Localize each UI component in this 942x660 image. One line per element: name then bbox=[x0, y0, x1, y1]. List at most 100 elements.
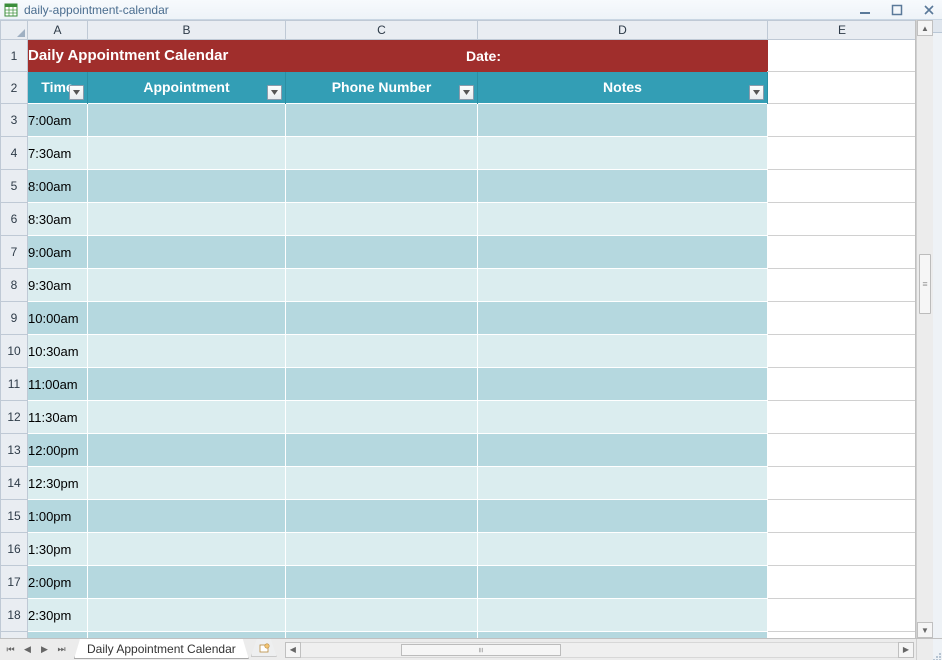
phone-cell[interactable] bbox=[286, 269, 478, 302]
notes-cell[interactable] bbox=[478, 236, 768, 269]
notes-cell[interactable] bbox=[478, 434, 768, 467]
notes-cell[interactable] bbox=[478, 500, 768, 533]
vertical-split-handle[interactable] bbox=[933, 20, 942, 33]
appointment-cell[interactable] bbox=[88, 236, 286, 269]
row-header[interactable]: 8 bbox=[1, 269, 28, 302]
time-cell[interactable]: 8:00am bbox=[28, 170, 88, 203]
row-header[interactable]: 12 bbox=[1, 401, 28, 434]
notes-cell[interactable] bbox=[478, 203, 768, 236]
tab-prev-button[interactable]: ◀ bbox=[19, 641, 36, 659]
vertical-scrollbar[interactable]: ▲ ▼ bbox=[916, 20, 933, 638]
scroll-right-button[interactable]: ▶ bbox=[898, 642, 914, 658]
time-cell[interactable]: 11:30am bbox=[28, 401, 88, 434]
scroll-down-button[interactable]: ▼ bbox=[917, 622, 933, 638]
column-header-d[interactable]: D bbox=[478, 21, 768, 40]
time-cell[interactable]: 7:30am bbox=[28, 137, 88, 170]
cell-e[interactable] bbox=[768, 434, 917, 467]
row-header[interactable]: 7 bbox=[1, 236, 28, 269]
notes-cell[interactable] bbox=[478, 269, 768, 302]
cell-e[interactable] bbox=[768, 335, 917, 368]
phone-cell[interactable] bbox=[286, 203, 478, 236]
appointment-cell[interactable] bbox=[88, 467, 286, 500]
filter-phone-button[interactable] bbox=[459, 85, 474, 100]
row-header[interactable]: 16 bbox=[1, 533, 28, 566]
phone-cell[interactable] bbox=[286, 500, 478, 533]
appointment-cell[interactable] bbox=[88, 533, 286, 566]
appointment-cell[interactable] bbox=[88, 203, 286, 236]
filter-time-button[interactable] bbox=[69, 85, 84, 100]
phone-cell[interactable] bbox=[286, 137, 478, 170]
notes-cell[interactable] bbox=[478, 533, 768, 566]
column-header-c[interactable]: C bbox=[286, 21, 478, 40]
header-time[interactable]: Time bbox=[28, 72, 88, 104]
row-header-2[interactable]: 2 bbox=[1, 72, 28, 104]
appointment-cell[interactable] bbox=[88, 269, 286, 302]
calendar-title[interactable]: Daily Appointment Calendar bbox=[28, 40, 286, 72]
cell-e[interactable] bbox=[768, 566, 917, 599]
time-cell[interactable]: 10:30am bbox=[28, 335, 88, 368]
time-cell[interactable]: 12:30pm bbox=[28, 467, 88, 500]
cell-e[interactable] bbox=[768, 203, 917, 236]
time-cell[interactable]: 11:00am bbox=[28, 368, 88, 401]
cell-e[interactable] bbox=[768, 533, 917, 566]
vertical-scroll-track[interactable] bbox=[917, 36, 933, 622]
appointment-cell[interactable] bbox=[88, 302, 286, 335]
time-cell[interactable]: 7:00am bbox=[28, 104, 88, 137]
appointment-cell[interactable] bbox=[88, 170, 286, 203]
cell-e[interactable] bbox=[768, 236, 917, 269]
time-cell[interactable]: 10:00am bbox=[28, 302, 88, 335]
header-phone[interactable]: Phone Number bbox=[286, 72, 478, 104]
cell-e[interactable] bbox=[768, 302, 917, 335]
row-header[interactable]: 9 bbox=[1, 302, 28, 335]
notes-cell[interactable] bbox=[478, 302, 768, 335]
row-header[interactable]: 6 bbox=[1, 203, 28, 236]
tab-last-button[interactable]: ⏭ bbox=[53, 641, 70, 659]
notes-cell[interactable] bbox=[478, 566, 768, 599]
appointment-cell[interactable] bbox=[88, 104, 286, 137]
phone-cell[interactable] bbox=[286, 401, 478, 434]
horizontal-scroll-thumb[interactable] bbox=[401, 644, 561, 656]
time-cell[interactable]: 8:30am bbox=[28, 203, 88, 236]
minimize-button[interactable] bbox=[858, 3, 872, 17]
spreadsheet-grid[interactable]: A B C D E 1 Daily Appointment Calendar D… bbox=[0, 20, 916, 638]
row-header[interactable]: 4 bbox=[1, 137, 28, 170]
appointment-cell[interactable] bbox=[88, 500, 286, 533]
row-header[interactable]: 15 bbox=[1, 500, 28, 533]
horizontal-scrollbar[interactable]: ◀ ▶ bbox=[285, 639, 914, 660]
scroll-left-button[interactable]: ◀ bbox=[285, 642, 301, 658]
header-notes[interactable]: Notes bbox=[478, 72, 768, 104]
cell-e[interactable] bbox=[768, 170, 917, 203]
notes-cell[interactable] bbox=[478, 137, 768, 170]
close-button[interactable] bbox=[922, 3, 936, 17]
tab-next-button[interactable]: ▶ bbox=[36, 641, 53, 659]
phone-cell[interactable] bbox=[286, 104, 478, 137]
appointment-cell[interactable] bbox=[88, 137, 286, 170]
notes-cell[interactable] bbox=[478, 170, 768, 203]
cell-e[interactable] bbox=[768, 599, 917, 632]
phone-cell[interactable] bbox=[286, 236, 478, 269]
vertical-scroll-thumb[interactable] bbox=[919, 254, 931, 314]
row-header[interactable]: 10 bbox=[1, 335, 28, 368]
appointment-cell[interactable] bbox=[88, 434, 286, 467]
cell-e2[interactable] bbox=[768, 72, 917, 104]
notes-cell[interactable] bbox=[478, 599, 768, 632]
cell-e[interactable] bbox=[768, 137, 917, 170]
cell-e[interactable] bbox=[768, 368, 917, 401]
scroll-up-button[interactable]: ▲ bbox=[917, 20, 933, 36]
appointment-cell[interactable] bbox=[88, 566, 286, 599]
time-cell[interactable]: 9:30am bbox=[28, 269, 88, 302]
phone-cell[interactable] bbox=[286, 434, 478, 467]
row-header[interactable]: 11 bbox=[1, 368, 28, 401]
phone-cell[interactable] bbox=[286, 170, 478, 203]
phone-cell[interactable] bbox=[286, 533, 478, 566]
appointment-cell[interactable] bbox=[88, 368, 286, 401]
cell-e[interactable] bbox=[768, 269, 917, 302]
notes-cell[interactable] bbox=[478, 467, 768, 500]
column-header-a[interactable]: A bbox=[28, 21, 88, 40]
row-header[interactable]: 17 bbox=[1, 566, 28, 599]
filter-notes-button[interactable] bbox=[749, 85, 764, 100]
appointment-cell[interactable] bbox=[88, 401, 286, 434]
row-header[interactable]: 13 bbox=[1, 434, 28, 467]
row-header[interactable]: 5 bbox=[1, 170, 28, 203]
window-resizer[interactable] bbox=[933, 639, 942, 660]
